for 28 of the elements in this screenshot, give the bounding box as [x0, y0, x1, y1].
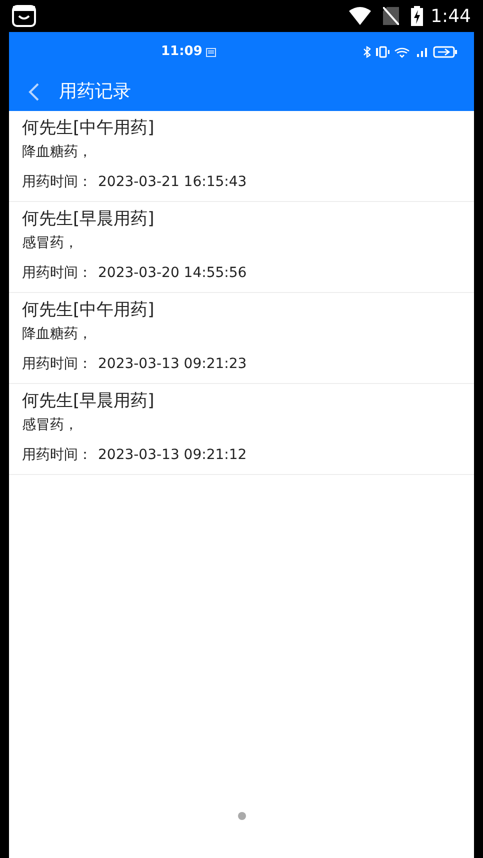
record-title: 何先生[早晨用药] [22, 390, 156, 413]
record-item[interactable]: 何先生[早晨用药] 感冒药， 用药时间： 2023-03-20 14:55:56 [9, 202, 474, 293]
time-value: 2023-03-13 09:21:12 [98, 446, 247, 465]
record-title: 何先生[中午用药] [22, 299, 156, 322]
record-title: 何先生[中午用药] [22, 117, 156, 140]
time-label: 用药时间： [22, 446, 92, 465]
no-sim-icon [382, 7, 399, 25]
time-label: 用药时间： [22, 173, 92, 192]
time-label: 用药时间： [22, 355, 92, 374]
record-item[interactable]: 何先生[中午用药] 降血糖药， 用药时间： 2023-03-13 09:21:23 [9, 293, 474, 384]
time-value: 2023-03-21 16:15:43 [98, 173, 247, 192]
medicine-name: 降血糖药， [22, 325, 93, 344]
record-item[interactable]: 何先生[中午用药] 降血糖药， 用药时间： 2023-03-21 16:15:43 [9, 111, 474, 202]
app-notification-icon [12, 5, 36, 27]
inner-status-time: 11:09 [161, 43, 202, 62]
wifi-icon [348, 7, 371, 25]
medicine-name: 感冒药， [22, 416, 79, 435]
page-title: 用药记录 [59, 80, 131, 104]
medicine-name: 感冒药， [22, 234, 79, 253]
battery-charging-icon [410, 6, 423, 26]
record-title: 何先生[早晨用药] [22, 208, 156, 231]
medicine-name: 降血糖药， [22, 143, 93, 162]
record-item[interactable]: 何先生[早晨用药] 感冒药， 用药时间： 2023-03-13 09:21:12 [9, 384, 474, 475]
time-value: 2023-03-20 14:55:56 [98, 264, 247, 283]
time-value: 2023-03-13 09:21:23 [98, 355, 247, 374]
status-time: 1:44 [430, 4, 471, 28]
calendar-icon [206, 48, 216, 56]
time-label: 用药时间： [22, 264, 92, 283]
